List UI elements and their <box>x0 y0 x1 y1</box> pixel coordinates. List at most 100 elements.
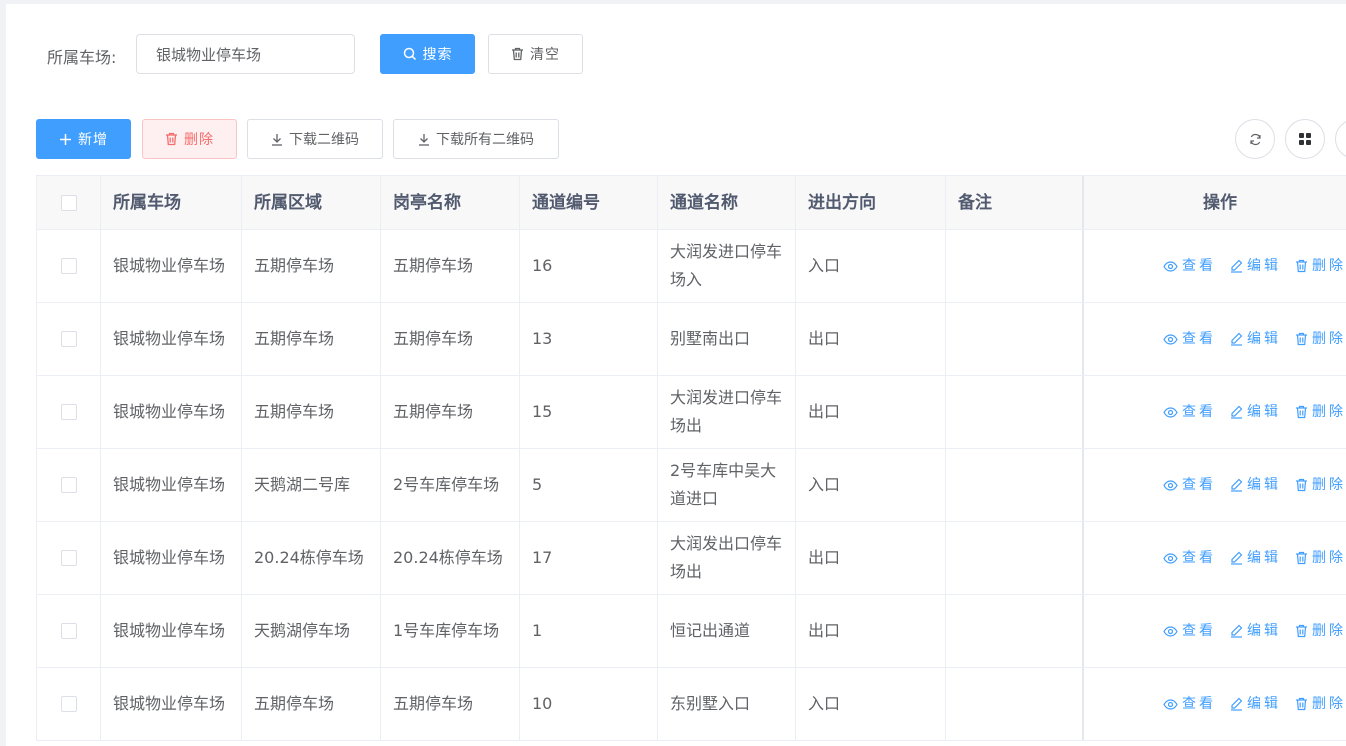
table-row: 银城物业停车场 五期停车场 五期停车场 16 大润发进口停车场入 入口 查看 编… <box>37 230 1346 303</box>
cell-parking-lot: 银城物业停车场 <box>101 522 242 594</box>
add-button-label: 新增 <box>78 132 108 148</box>
cell-area: 天鹅湖二号库 <box>242 449 381 521</box>
view-button[interactable]: 查看 <box>1163 471 1216 499</box>
edit-label: 编辑 <box>1247 550 1281 566</box>
cell-direction: 出口 <box>796 376 946 448</box>
cell-booth-name: 2号车库停车场 <box>381 449 520 521</box>
view-button[interactable]: 查看 <box>1163 398 1216 426</box>
eye-icon <box>1163 552 1178 564</box>
table-row: 银城物业停车场 天鹅湖停车场 1号车库停车场 1 恒记出通道 出口 查看 编辑 … <box>37 595 1346 668</box>
cell-booth-name: 1号车库停车场 <box>381 595 520 667</box>
row-select-cell <box>37 449 101 521</box>
edit-label: 编辑 <box>1247 331 1281 347</box>
clear-button[interactable]: 清空 <box>488 34 583 74</box>
row-checkbox[interactable] <box>60 331 77 347</box>
delete-button[interactable]: 删除 <box>1295 544 1346 572</box>
toggle-search-button[interactable] <box>1335 119 1346 159</box>
view-label: 查看 <box>1182 550 1216 566</box>
cell-area: 20.24栋停车场 <box>242 522 381 594</box>
add-button[interactable]: 新增 <box>36 119 131 159</box>
edit-icon <box>1231 405 1243 419</box>
view-button[interactable]: 查看 <box>1163 325 1216 353</box>
refresh-button[interactable] <box>1235 119 1275 159</box>
edit-button[interactable]: 编辑 <box>1230 252 1281 280</box>
cell-parking-lot: 银城物业停车场 <box>101 668 242 740</box>
plus-icon <box>60 133 71 145</box>
cell-actions: 查看 编辑 删除 <box>1084 522 1346 594</box>
eye-icon <box>1163 479 1178 491</box>
delete-button[interactable]: 删除 <box>1295 252 1346 280</box>
delete-button[interactable]: 删除 <box>1295 617 1346 645</box>
trash-icon <box>1296 551 1307 565</box>
row-checkbox[interactable] <box>60 477 77 493</box>
cell-booth-name: 五期停车场 <box>381 303 520 375</box>
header-booth-name: 岗亭名称 <box>381 176 520 229</box>
view-button[interactable]: 查看 <box>1163 617 1216 645</box>
eye-icon <box>1163 625 1178 637</box>
table-row: 银城物业停车场 20.24栋停车场 20.24栋停车场 17 大润发出口停车场出… <box>37 522 1346 595</box>
view-button[interactable]: 查看 <box>1163 690 1216 718</box>
cell-area: 五期停车场 <box>242 230 381 302</box>
cell-actions: 查看 编辑 删除 <box>1084 376 1346 448</box>
cell-remark <box>946 303 1084 375</box>
trash-icon <box>166 132 177 146</box>
trash-icon <box>1296 405 1307 419</box>
delete-button[interactable]: 删除 <box>1295 471 1346 499</box>
row-checkbox[interactable] <box>60 258 77 274</box>
select-all-cell <box>37 176 101 229</box>
search-button[interactable]: 搜索 <box>380 34 475 74</box>
download-all-qrcodes-button[interactable]: 下载所有二维码 <box>393 119 559 159</box>
view-label: 查看 <box>1182 331 1216 347</box>
row-select-cell <box>37 522 101 594</box>
view-button[interactable]: 查看 <box>1163 252 1216 280</box>
edit-label: 编辑 <box>1247 404 1281 420</box>
select-all-checkbox[interactable] <box>60 194 77 211</box>
delete-button[interactable]: 删除 <box>1295 325 1346 353</box>
column-settings-button[interactable] <box>1285 119 1325 159</box>
edit-button[interactable]: 编辑 <box>1230 398 1281 426</box>
view-button[interactable]: 查看 <box>1163 544 1216 572</box>
table-header-row: 所属车场 所属区域 岗亭名称 通道编号 通道名称 进出方向 备注 操作 <box>37 176 1346 230</box>
edit-icon <box>1231 332 1243 346</box>
cell-direction: 出口 <box>796 595 946 667</box>
trash-icon <box>1296 697 1307 711</box>
trash-icon <box>1296 624 1307 638</box>
cell-remark <box>946 376 1084 448</box>
edit-icon <box>1231 551 1243 565</box>
edit-button[interactable]: 编辑 <box>1230 544 1281 572</box>
parking-lot-filter-input[interactable] <box>136 34 355 74</box>
view-label: 查看 <box>1182 258 1216 274</box>
edit-button[interactable]: 编辑 <box>1230 690 1281 718</box>
cell-parking-lot: 银城物业停车场 <box>101 230 242 302</box>
edit-button[interactable]: 编辑 <box>1230 471 1281 499</box>
edit-label: 编辑 <box>1247 696 1281 712</box>
cell-area: 五期停车场 <box>242 668 381 740</box>
edit-button[interactable]: 编辑 <box>1230 617 1281 645</box>
cell-channel-number: 1 <box>520 595 658 667</box>
row-checkbox[interactable] <box>60 550 77 566</box>
cell-channel-name: 2号车库中吴大道进口 <box>658 449 796 521</box>
delete-label: 删除 <box>1312 404 1346 420</box>
row-checkbox[interactable] <box>60 404 77 420</box>
delete-button[interactable]: 删除 <box>1295 690 1346 718</box>
cell-channel-number: 17 <box>520 522 658 594</box>
cell-actions: 查看 编辑 删除 <box>1084 449 1346 521</box>
delete-button[interactable]: 删除 <box>1295 398 1346 426</box>
header-area: 所属区域 <box>242 176 381 229</box>
eye-icon <box>1163 260 1178 272</box>
table-row: 银城物业停车场 五期停车场 五期停车场 13 别墅南出口 出口 查看 编辑 删除 <box>37 303 1346 376</box>
cell-parking-lot: 银城物业停车场 <box>101 303 242 375</box>
trash-icon <box>1296 259 1307 273</box>
trash-icon <box>1296 478 1307 492</box>
edit-label: 编辑 <box>1247 623 1281 639</box>
cell-channel-name: 别墅南出口 <box>658 303 796 375</box>
edit-button[interactable]: 编辑 <box>1230 325 1281 353</box>
batch-delete-button[interactable]: 删除 <box>142 119 237 159</box>
row-checkbox[interactable] <box>60 696 77 712</box>
row-checkbox[interactable] <box>60 623 77 639</box>
download-qrcode-button[interactable]: 下载二维码 <box>247 119 383 159</box>
cell-area: 五期停车场 <box>242 303 381 375</box>
row-select-cell <box>37 303 101 375</box>
view-label: 查看 <box>1182 623 1216 639</box>
cell-channel-name: 东别墅入口 <box>658 668 796 740</box>
